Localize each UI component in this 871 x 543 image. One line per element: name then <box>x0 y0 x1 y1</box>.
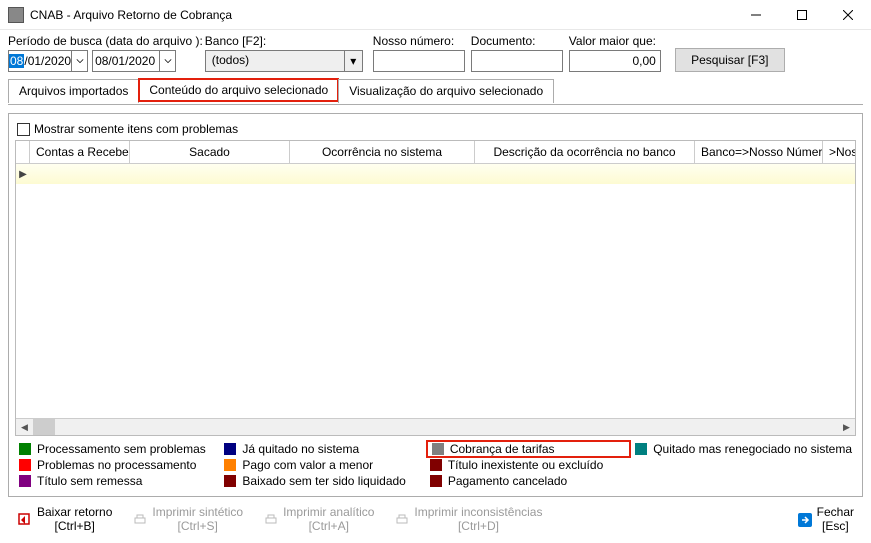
swatch-teal-icon <box>635 443 647 455</box>
swatch-blue-icon <box>224 443 236 455</box>
app-window: CNAB - Arquivo Retorno de Cobrança Perío… <box>0 0 871 543</box>
valor-input[interactable] <box>569 50 661 72</box>
swatch-orange-icon <box>224 459 236 471</box>
print-icon <box>394 512 410 528</box>
documento-label: Documento: <box>471 34 563 48</box>
chevron-down-icon[interactable] <box>159 51 175 71</box>
periodo-label: Período de busca (data do arquivo ): <box>8 34 203 48</box>
legend: Processamento sem problemas Já quitado n… <box>9 436 862 496</box>
baixar-retorno-button[interactable]: Baixar retorno[Ctrl+B] <box>8 503 121 537</box>
col-contas-receber[interactable]: Contas a Receber <box>30 141 130 163</box>
legend-processamento-ok: Processamento sem problemas <box>19 442 216 456</box>
nosso-numero-input[interactable] <box>373 50 465 72</box>
problems-only-label: Mostrar somente itens com problemas <box>34 122 238 136</box>
grid-header: Contas a Receber Sacado Ocorrência no si… <box>16 141 855 164</box>
tab-arquivos-importados[interactable]: Arquivos importados <box>8 79 139 103</box>
grid-body: ▶ <box>16 164 855 418</box>
imprimir-sintetico-button: Imprimir sintético[Ctrl+S] <box>123 503 252 537</box>
grid-row-current[interactable]: ▶ <box>16 164 855 184</box>
print-icon <box>263 512 279 528</box>
close-button[interactable] <box>825 0 871 29</box>
footer-toolbar: Baixar retorno[Ctrl+B] Imprimir sintétic… <box>0 501 871 543</box>
valor-label: Valor maior que: <box>569 34 661 48</box>
banco-combo[interactable]: (todos) ▾ <box>205 50 363 72</box>
documento-input[interactable] <box>471 50 563 72</box>
tab-strip: Arquivos importados Conteúdo do arquivo … <box>0 78 871 104</box>
legend-problemas: Problemas no processamento <box>19 458 216 472</box>
swatch-gray-icon <box>432 443 444 455</box>
banco-value: (todos) <box>206 51 344 71</box>
print-icon <box>132 512 148 528</box>
tab-underline <box>8 104 863 105</box>
content-panel: Mostrar somente itens com problemas Cont… <box>8 113 863 497</box>
legend-cobranca-tarifas: Cobrança de tarifas <box>426 440 631 458</box>
banco-label: Banco [F2]: <box>205 34 363 48</box>
swatch-maroon3-icon <box>430 475 442 487</box>
col-sacado[interactable]: Sacado <box>130 141 290 163</box>
col-nosso[interactable]: >Nosso <box>823 141 855 163</box>
col-banco-nosso-numero[interactable]: Banco=>Nosso Número <box>695 141 823 163</box>
scroll-thumb[interactable] <box>33 419 55 435</box>
problems-only-checkbox[interactable] <box>17 123 30 136</box>
scroll-right-icon[interactable]: ▶ <box>838 419 855 436</box>
swatch-purple-icon <box>19 475 31 487</box>
legend-baixado: Baixado sem ter sido liquidado <box>224 474 421 488</box>
filter-bar: Período de busca (data do arquivo ): 08/… <box>0 30 871 78</box>
scroll-left-icon[interactable]: ◀ <box>16 419 33 436</box>
legend-quitado-renegociado: Quitado mas renegociado no sistema <box>635 442 852 456</box>
chevron-down-icon[interactable]: ▾ <box>344 51 362 71</box>
window-title: CNAB - Arquivo Retorno de Cobrança <box>30 8 733 22</box>
swatch-maroon-icon <box>430 459 442 471</box>
legend-titulo-inexistente: Título inexistente ou excluído <box>430 458 627 472</box>
legend-pagamento-cancelado: Pagamento cancelado <box>430 474 627 488</box>
maximize-button[interactable] <box>779 0 825 29</box>
window-controls <box>733 0 871 29</box>
row-indicator-icon: ▶ <box>16 164 30 184</box>
nosso-numero-label: Nosso número: <box>373 34 465 48</box>
imprimir-analitico-button: Imprimir analítico[Ctrl+A] <box>254 503 383 537</box>
date-from-field[interactable]: 08/01/2020 <box>8 50 88 72</box>
tab-visualizacao-arquivo[interactable]: Visualização do arquivo selecionado <box>338 79 554 103</box>
filter-checkbox-row: Mostrar somente itens com problemas <box>9 114 862 140</box>
legend-valor-menor: Pago com valor a menor <box>224 458 421 472</box>
search-button[interactable]: Pesquisar [F3] <box>675 48 785 72</box>
download-icon <box>17 512 33 528</box>
swatch-red-icon <box>19 459 31 471</box>
col-ocorrencia-sistema[interactable]: Ocorrência no sistema <box>290 141 475 163</box>
swatch-green-icon <box>19 443 31 455</box>
data-grid[interactable]: Contas a Receber Sacado Ocorrência no si… <box>15 140 856 436</box>
horizontal-scrollbar[interactable]: ◀ ▶ <box>16 418 855 435</box>
tab-conteudo-arquivo[interactable]: Conteúdo do arquivo selecionado <box>138 78 339 102</box>
legend-sem-remessa: Título sem remessa <box>19 474 216 488</box>
date-to-field[interactable] <box>92 50 176 72</box>
swatch-maroon2-icon <box>224 475 236 487</box>
chevron-down-icon[interactable] <box>71 51 87 71</box>
legend-ja-quitado: Já quitado no sistema <box>224 442 421 456</box>
date-to-input[interactable] <box>93 51 159 71</box>
titlebar: CNAB - Arquivo Retorno de Cobrança <box>0 0 871 30</box>
fechar-button[interactable]: Fechar[Esc] <box>788 503 863 537</box>
imprimir-inconsistencias-button: Imprimir inconsistências[Ctrl+D] <box>385 503 551 537</box>
col-descricao-banco[interactable]: Descrição da ocorrência no banco <box>475 141 695 163</box>
exit-icon <box>797 512 813 528</box>
app-icon <box>8 7 24 23</box>
minimize-button[interactable] <box>733 0 779 29</box>
